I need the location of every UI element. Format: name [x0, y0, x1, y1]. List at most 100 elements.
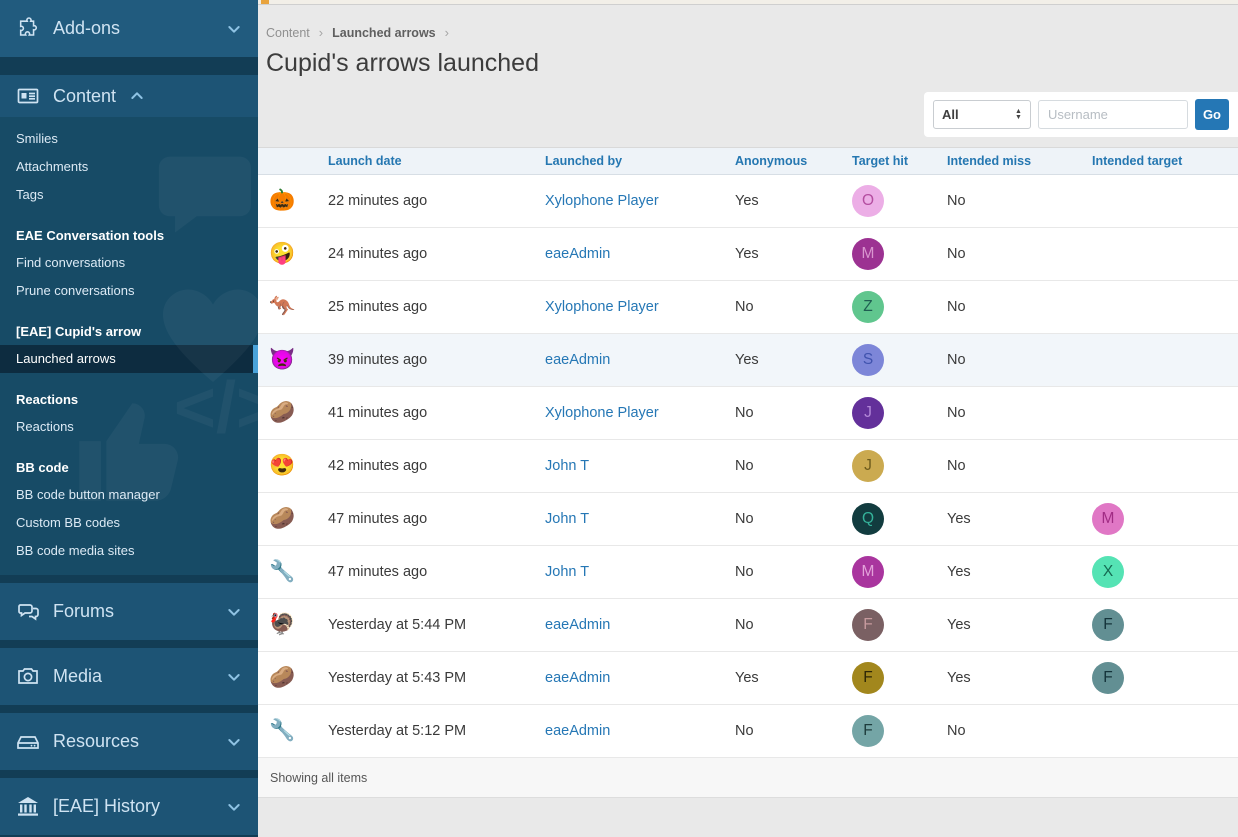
- intended-target-cell: F: [1092, 609, 1238, 641]
- sidebar-group-reactions: Reactions: [0, 387, 258, 413]
- target-hit-avatar[interactable]: F: [852, 609, 884, 641]
- active-tab-marker: [261, 0, 269, 4]
- intended-miss-cell: No: [947, 299, 1092, 315]
- breadcrumb-separator: ›: [445, 25, 449, 40]
- bank-icon: [16, 795, 40, 819]
- launch-date-cell: 47 minutes ago: [328, 564, 545, 580]
- sidebar-section-forums[interactable]: Forums: [0, 583, 258, 640]
- page-header: Content › Launched arrows › Cupid's arro…: [258, 5, 1238, 78]
- chevron-up-icon: [129, 88, 145, 104]
- sidebar-divider: [0, 575, 258, 583]
- launched-by-link[interactable]: John T: [545, 458, 589, 474]
- sidebar-section-eae-history[interactable]: [EAE] History: [0, 778, 258, 835]
- sidebar-item-find-conversations[interactable]: Find conversations: [0, 249, 258, 277]
- launched-by-link[interactable]: Xylophone Player: [545, 405, 659, 421]
- showing-all-items-text: Showing all items: [270, 771, 367, 785]
- launch-date-cell: Yesterday at 5:44 PM: [328, 617, 545, 633]
- launched-by-link[interactable]: eaeAdmin: [545, 352, 610, 368]
- wrench-emoji-icon: 🔧: [258, 719, 328, 743]
- launch-date-cell: 24 minutes ago: [328, 246, 545, 262]
- table-row: 🎃 22 minutes ago Xylophone Player Yes O …: [258, 175, 1238, 228]
- intended-target-avatar[interactable]: X: [1092, 556, 1124, 588]
- target-hit-avatar[interactable]: Q: [852, 503, 884, 535]
- filter-type-select[interactable]: All ▲▼: [933, 100, 1031, 129]
- kangaroo-emoji-icon: 🦘: [258, 295, 328, 319]
- intended-target-cell: M: [1092, 503, 1238, 535]
- launched-arrows-table: Launch date Launched by Anonymous Target…: [258, 147, 1238, 798]
- intended-target-avatar[interactable]: M: [1092, 503, 1124, 535]
- intended-target-avatar[interactable]: F: [1092, 662, 1124, 694]
- breadcrumb-content-link[interactable]: Content: [266, 26, 310, 40]
- launched-by-link[interactable]: Xylophone Player: [545, 299, 659, 315]
- username-input[interactable]: [1038, 100, 1188, 129]
- sidebar-divider: [0, 640, 258, 648]
- chevron-down-icon: [226, 734, 242, 750]
- potato-emoji-icon: 🥔: [258, 507, 328, 531]
- sidebar-section-label: Add-ons: [53, 18, 213, 39]
- filter-box: All ▲▼ Go: [924, 92, 1238, 137]
- col-header-target-hit: Target hit: [852, 154, 947, 168]
- target-hit-avatar[interactable]: M: [852, 238, 884, 270]
- launch-date-cell: 25 minutes ago: [328, 299, 545, 315]
- sidebar-section-media[interactable]: Media: [0, 648, 258, 705]
- sidebar-item-attachments[interactable]: Attachments: [0, 153, 258, 181]
- heart-eyes-emoji-icon: 😍: [258, 454, 328, 478]
- sidebar-divider: [0, 705, 258, 713]
- page-title: Cupid's arrows launched: [266, 49, 1238, 78]
- table-row: 🤪 24 minutes ago eaeAdmin Yes M No: [258, 228, 1238, 281]
- anonymous-cell: Yes: [735, 352, 852, 368]
- anonymous-cell: Yes: [735, 670, 852, 686]
- col-header-launch-date: Launch date: [328, 154, 545, 168]
- breadcrumb-launched-arrows-link[interactable]: Launched arrows: [332, 26, 436, 40]
- chevron-down-icon: [226, 669, 242, 685]
- potato-emoji-icon: 🥔: [258, 666, 328, 690]
- sidebar-item-bb-code-button-manager[interactable]: BB code button manager: [0, 481, 258, 509]
- drive-icon: [16, 730, 40, 754]
- launched-by-link[interactable]: John T: [545, 511, 589, 527]
- col-header-intended-miss: Intended miss: [947, 154, 1092, 168]
- go-button[interactable]: Go: [1195, 99, 1229, 130]
- launched-by-link[interactable]: eaeAdmin: [545, 246, 610, 262]
- launch-date-cell: 42 minutes ago: [328, 458, 545, 474]
- launched-by-link[interactable]: eaeAdmin: [545, 723, 610, 739]
- sidebar-item-launched-arrows[interactable]: Launched arrows: [0, 345, 258, 373]
- sidebar-section-add-ons[interactable]: Add-ons: [0, 0, 258, 57]
- launched-by-link[interactable]: eaeAdmin: [545, 617, 610, 633]
- sidebar-item-prune-conversations[interactable]: Prune conversations: [0, 277, 258, 305]
- sidebar-section-label: Media: [53, 666, 213, 687]
- sidebar-item-custom-bb-codes[interactable]: Custom BB codes: [0, 509, 258, 537]
- intended-miss-cell: No: [947, 193, 1092, 209]
- angry-face-with-horns-emoji-icon: 👿: [258, 348, 328, 372]
- intended-miss-cell: Yes: [947, 670, 1092, 686]
- wrench-emoji-icon: 🔧: [258, 560, 328, 584]
- intended-target-avatar[interactable]: F: [1092, 609, 1124, 641]
- sidebar-section-label: Content: [53, 86, 116, 107]
- intended-miss-cell: No: [947, 405, 1092, 421]
- sidebar-section-resources[interactable]: Resources: [0, 713, 258, 770]
- target-hit-avatar[interactable]: F: [852, 662, 884, 694]
- intended-miss-cell: No: [947, 352, 1092, 368]
- target-hit-avatar[interactable]: J: [852, 450, 884, 482]
- sidebar-item-tags[interactable]: Tags: [0, 181, 258, 209]
- sidebar-item-bb-code-media-sites[interactable]: BB code media sites: [0, 537, 258, 565]
- table-footer: Showing all items: [258, 758, 1238, 798]
- filter-row: All ▲▼ Go: [258, 92, 1238, 137]
- target-hit-avatar[interactable]: M: [852, 556, 884, 588]
- sidebar-item-reactions[interactable]: Reactions: [0, 413, 258, 441]
- target-hit-avatar[interactable]: Z: [852, 291, 884, 323]
- launch-date-cell: 41 minutes ago: [328, 405, 545, 421]
- select-arrows-icon: ▲▼: [1015, 109, 1022, 121]
- launched-by-link[interactable]: Xylophone Player: [545, 193, 659, 209]
- target-hit-avatar[interactable]: O: [852, 185, 884, 217]
- target-hit-avatar[interactable]: S: [852, 344, 884, 376]
- contact-card-icon: [16, 84, 40, 108]
- launch-date-cell: Yesterday at 5:43 PM: [328, 670, 545, 686]
- target-hit-avatar[interactable]: F: [852, 715, 884, 747]
- sidebar-item-smilies[interactable]: Smilies: [0, 125, 258, 153]
- table-row: 🦘 25 minutes ago Xylophone Player No Z N…: [258, 281, 1238, 334]
- launched-by-link[interactable]: John T: [545, 564, 589, 580]
- target-hit-avatar[interactable]: J: [852, 397, 884, 429]
- launched-by-link[interactable]: eaeAdmin: [545, 670, 610, 686]
- sidebar-section-content[interactable]: Content: [0, 75, 258, 117]
- zany-face-emoji-icon: 🤪: [258, 242, 328, 266]
